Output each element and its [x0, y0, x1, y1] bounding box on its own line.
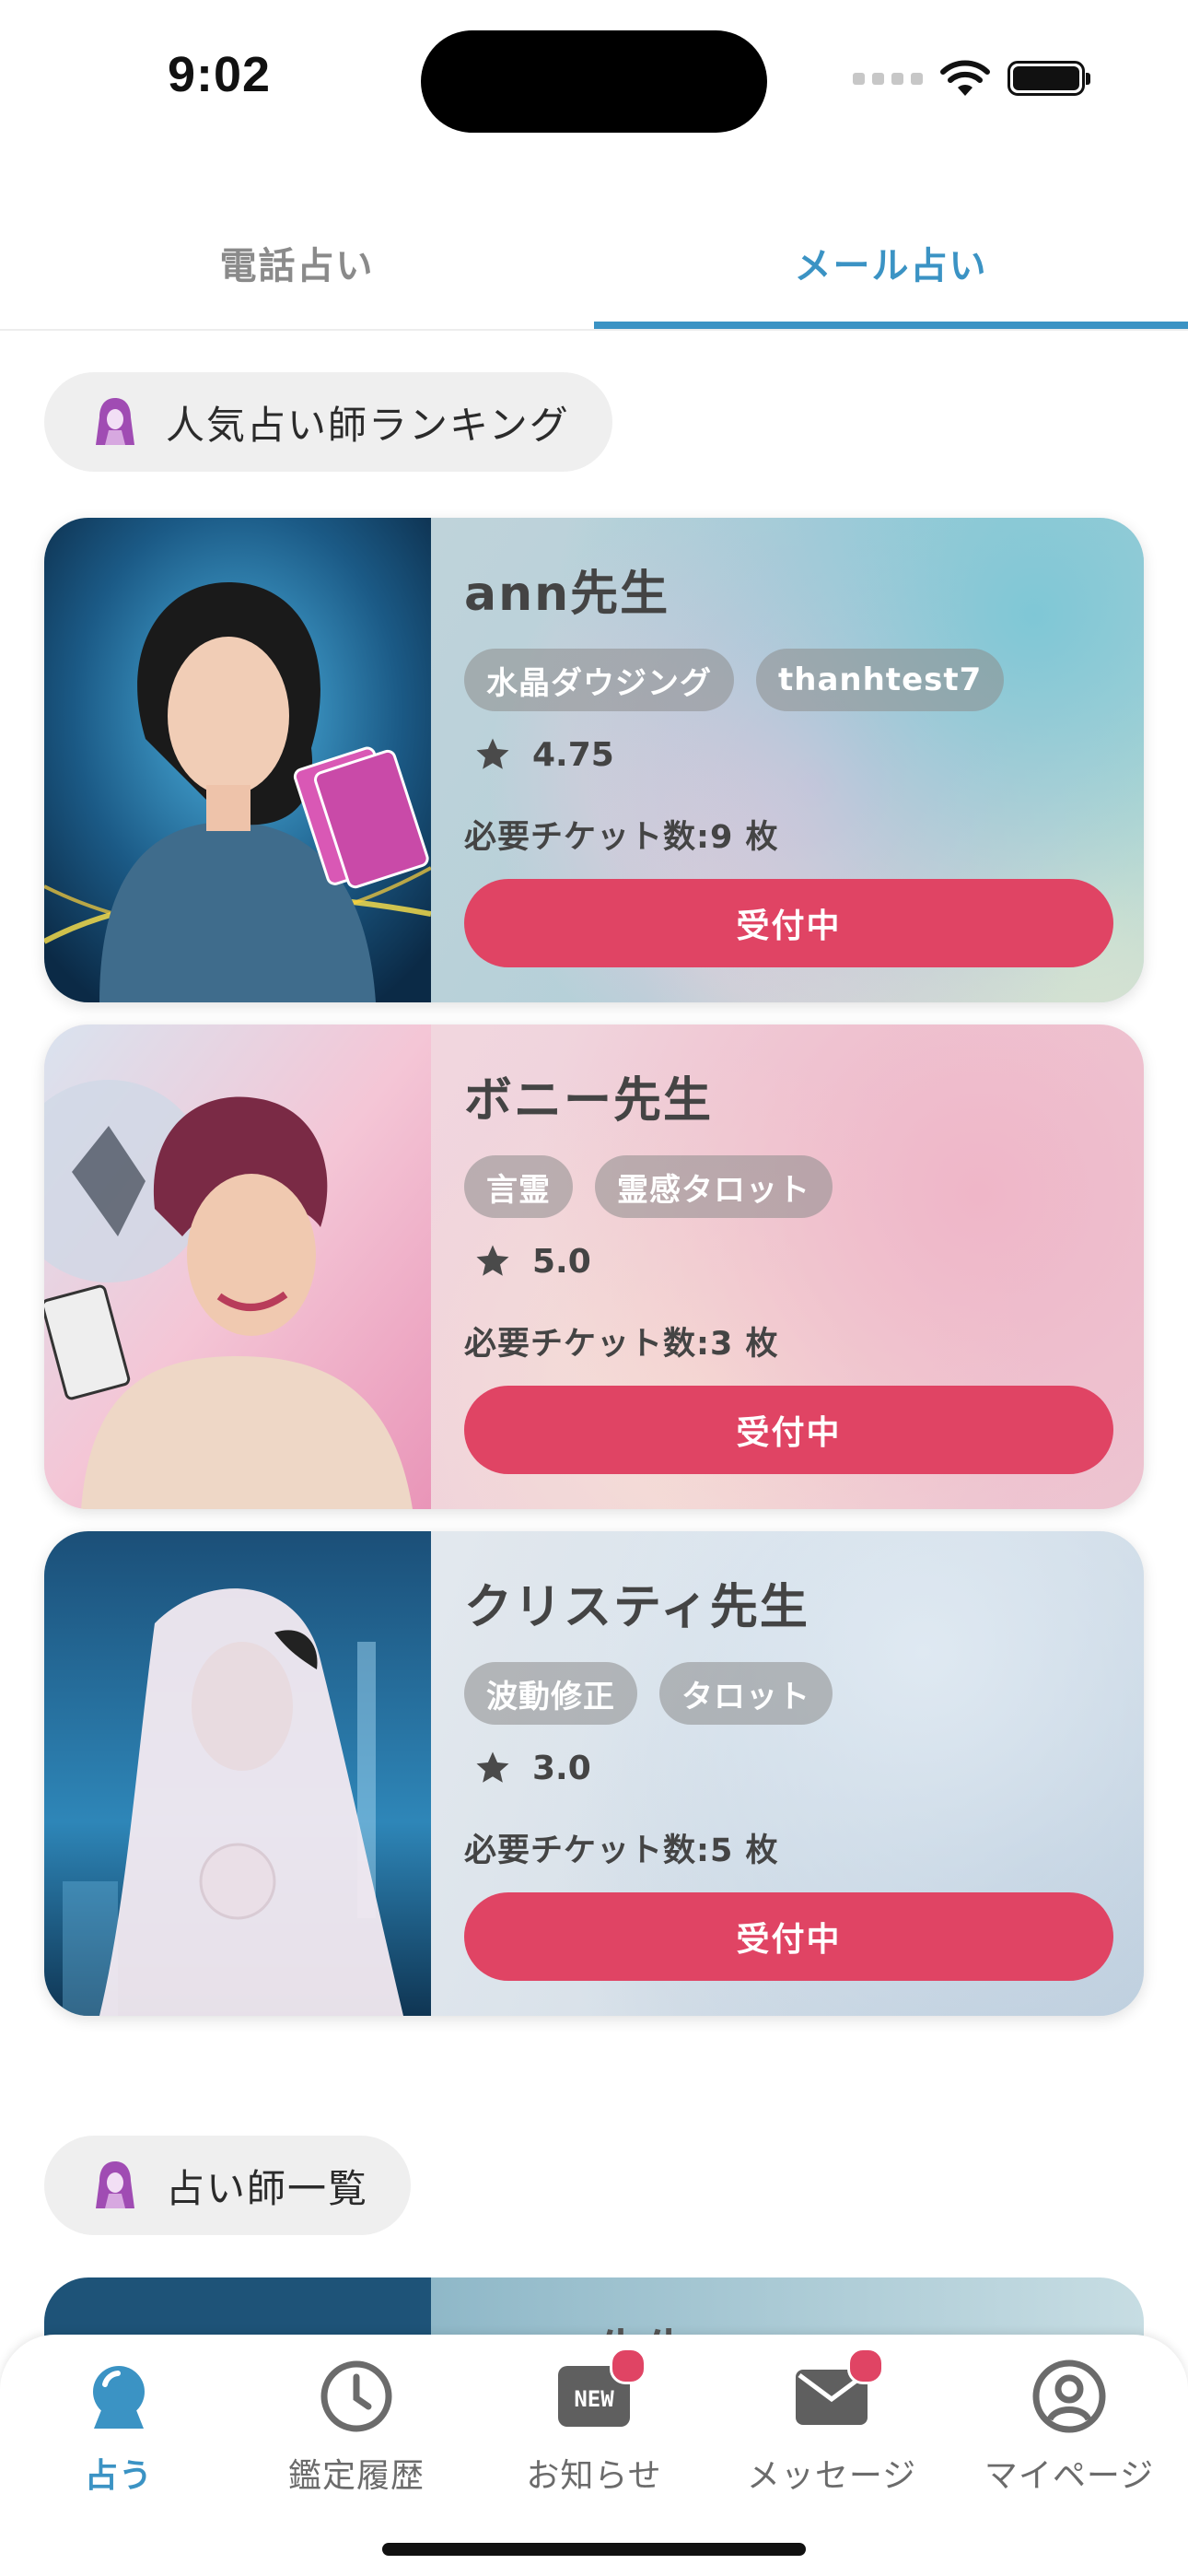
- notification-badge: [610, 2348, 646, 2384]
- rating: 5.0: [473, 1242, 591, 1281]
- tab-mail-fortune[interactable]: メール占い: [594, 198, 1188, 327]
- nav-notices[interactable]: NEW お知らせ: [475, 2348, 713, 2513]
- mail-icon: [792, 2348, 884, 2436]
- svg-text:NEW: NEW: [574, 2386, 614, 2412]
- tab-phone-fortune[interactable]: 電話占い: [0, 198, 594, 327]
- tag-list: 水晶ダウジング thanhtest7: [464, 649, 1005, 711]
- nav-messages[interactable]: メッセージ: [713, 2348, 950, 2513]
- list-section-header: 占い師一覧: [44, 2136, 412, 2235]
- list-section-title: 占い師一覧: [166, 2165, 369, 2211]
- fortune-teller-card[interactable]: クリスティ先生 波動修正 タロット 3.0 必要チケット数:5 枚 受付中: [44, 1531, 1144, 2016]
- star-icon: [476, 738, 509, 769]
- tag-list: 言霊 霊感タロット: [464, 1155, 833, 1218]
- fortune-teller-photo: [44, 1025, 431, 1509]
- specialty-tag: 霊感タロット: [595, 1155, 833, 1218]
- fortune-teller-card[interactable]: ann先生 水晶ダウジング thanhtest7 4.75 必要チケット数:9 …: [44, 518, 1144, 1002]
- crystal-ball-icon: [79, 2357, 158, 2436]
- fortune-teller-photo: [44, 1531, 431, 2016]
- fortune-teller-icon: [96, 2161, 134, 2208]
- fortune-teller-icon: [96, 398, 134, 445]
- top-tabs: 電話占い メール占い: [0, 198, 1188, 331]
- specialty-tag: タロット: [659, 1662, 833, 1725]
- status-icons: [853, 55, 1090, 101]
- star-icon: [476, 1751, 509, 1783]
- accepting-button[interactable]: 受付中: [464, 1386, 1113, 1474]
- specialty-tag: thanhtest7: [756, 649, 1005, 711]
- fortune-teller-name: ann先生: [464, 567, 670, 622]
- fortune-teller-name: クリスティ先生: [464, 1580, 809, 1635]
- ranking-section-title: 人気占い師ランキング: [166, 402, 570, 448]
- rating-value: 4.75: [532, 735, 614, 774]
- card-info: クリスティ先生 波動修正 タロット 3.0 必要チケット数:5 枚 受付中: [464, 1531, 1113, 2016]
- rating-value: 5.0: [532, 1242, 591, 1281]
- fortune-teller-card[interactable]: ボニー先生 言霊 霊感タロット 5.0 必要チケット数:3 枚 受付中: [44, 1025, 1144, 1509]
- accepting-button[interactable]: 受付中: [464, 879, 1113, 967]
- clock-icon: [317, 2357, 396, 2436]
- specialty-tag: 水晶ダウジング: [464, 649, 734, 711]
- status-time: 9:02: [168, 47, 272, 102]
- tag-list: 波動修正 タロット: [464, 1662, 833, 1725]
- nav-label: お知らせ: [526, 2457, 662, 2495]
- bottom-navigation: 占う 鑑定履歴 NEW お知らせ メッセージ マイページ: [0, 2335, 1188, 2576]
- specialty-tag: 波動修正: [464, 1662, 637, 1725]
- nav-label: メッセージ: [746, 2457, 917, 2495]
- cellular-signal-icon: [853, 72, 923, 85]
- rating: 3.0: [473, 1749, 591, 1787]
- ranking-section-header: 人気占い師ランキング: [44, 372, 612, 472]
- home-indicator: [382, 2543, 806, 2556]
- fortune-teller-name: ボニー先生: [464, 1073, 714, 1129]
- user-circle-icon: [1030, 2357, 1109, 2436]
- nav-label: 占う: [84, 2457, 153, 2495]
- card-info: ボニー先生 言霊 霊感タロット 5.0 必要チケット数:3 枚 受付中: [464, 1025, 1113, 1509]
- required-tickets: 必要チケット数:3 枚: [464, 1326, 779, 1363]
- wifi-icon: [940, 60, 990, 96]
- battery-icon: [1007, 61, 1090, 96]
- required-tickets: 必要チケット数:5 枚: [464, 1832, 779, 1869]
- specialty-tag: 言霊: [464, 1155, 573, 1218]
- card-info: ann先生 水晶ダウジング thanhtest7 4.75 必要チケット数:9 …: [464, 518, 1113, 1002]
- nav-label: 鑑定履歴: [287, 2457, 425, 2495]
- nav-label: マイページ: [984, 2457, 1155, 2495]
- active-tab-indicator: [594, 322, 1188, 329]
- accepting-button[interactable]: 受付中: [464, 1892, 1113, 1981]
- nav-history[interactable]: 鑑定履歴: [238, 2357, 475, 2513]
- new-badge-icon: NEW: [554, 2348, 646, 2436]
- nav-fortune[interactable]: 占う: [0, 2357, 238, 2513]
- rating: 4.75: [473, 735, 614, 774]
- required-tickets: 必要チケット数:9 枚: [464, 819, 779, 856]
- fortune-teller-photo: [44, 518, 431, 1002]
- nav-mypage[interactable]: マイページ: [950, 2357, 1188, 2513]
- rating-value: 3.0: [532, 1749, 591, 1787]
- status-bar: 9:02: [0, 0, 1188, 157]
- notification-badge: [847, 2348, 884, 2384]
- star-icon: [476, 1245, 509, 1276]
- dynamic-island: [421, 30, 767, 133]
